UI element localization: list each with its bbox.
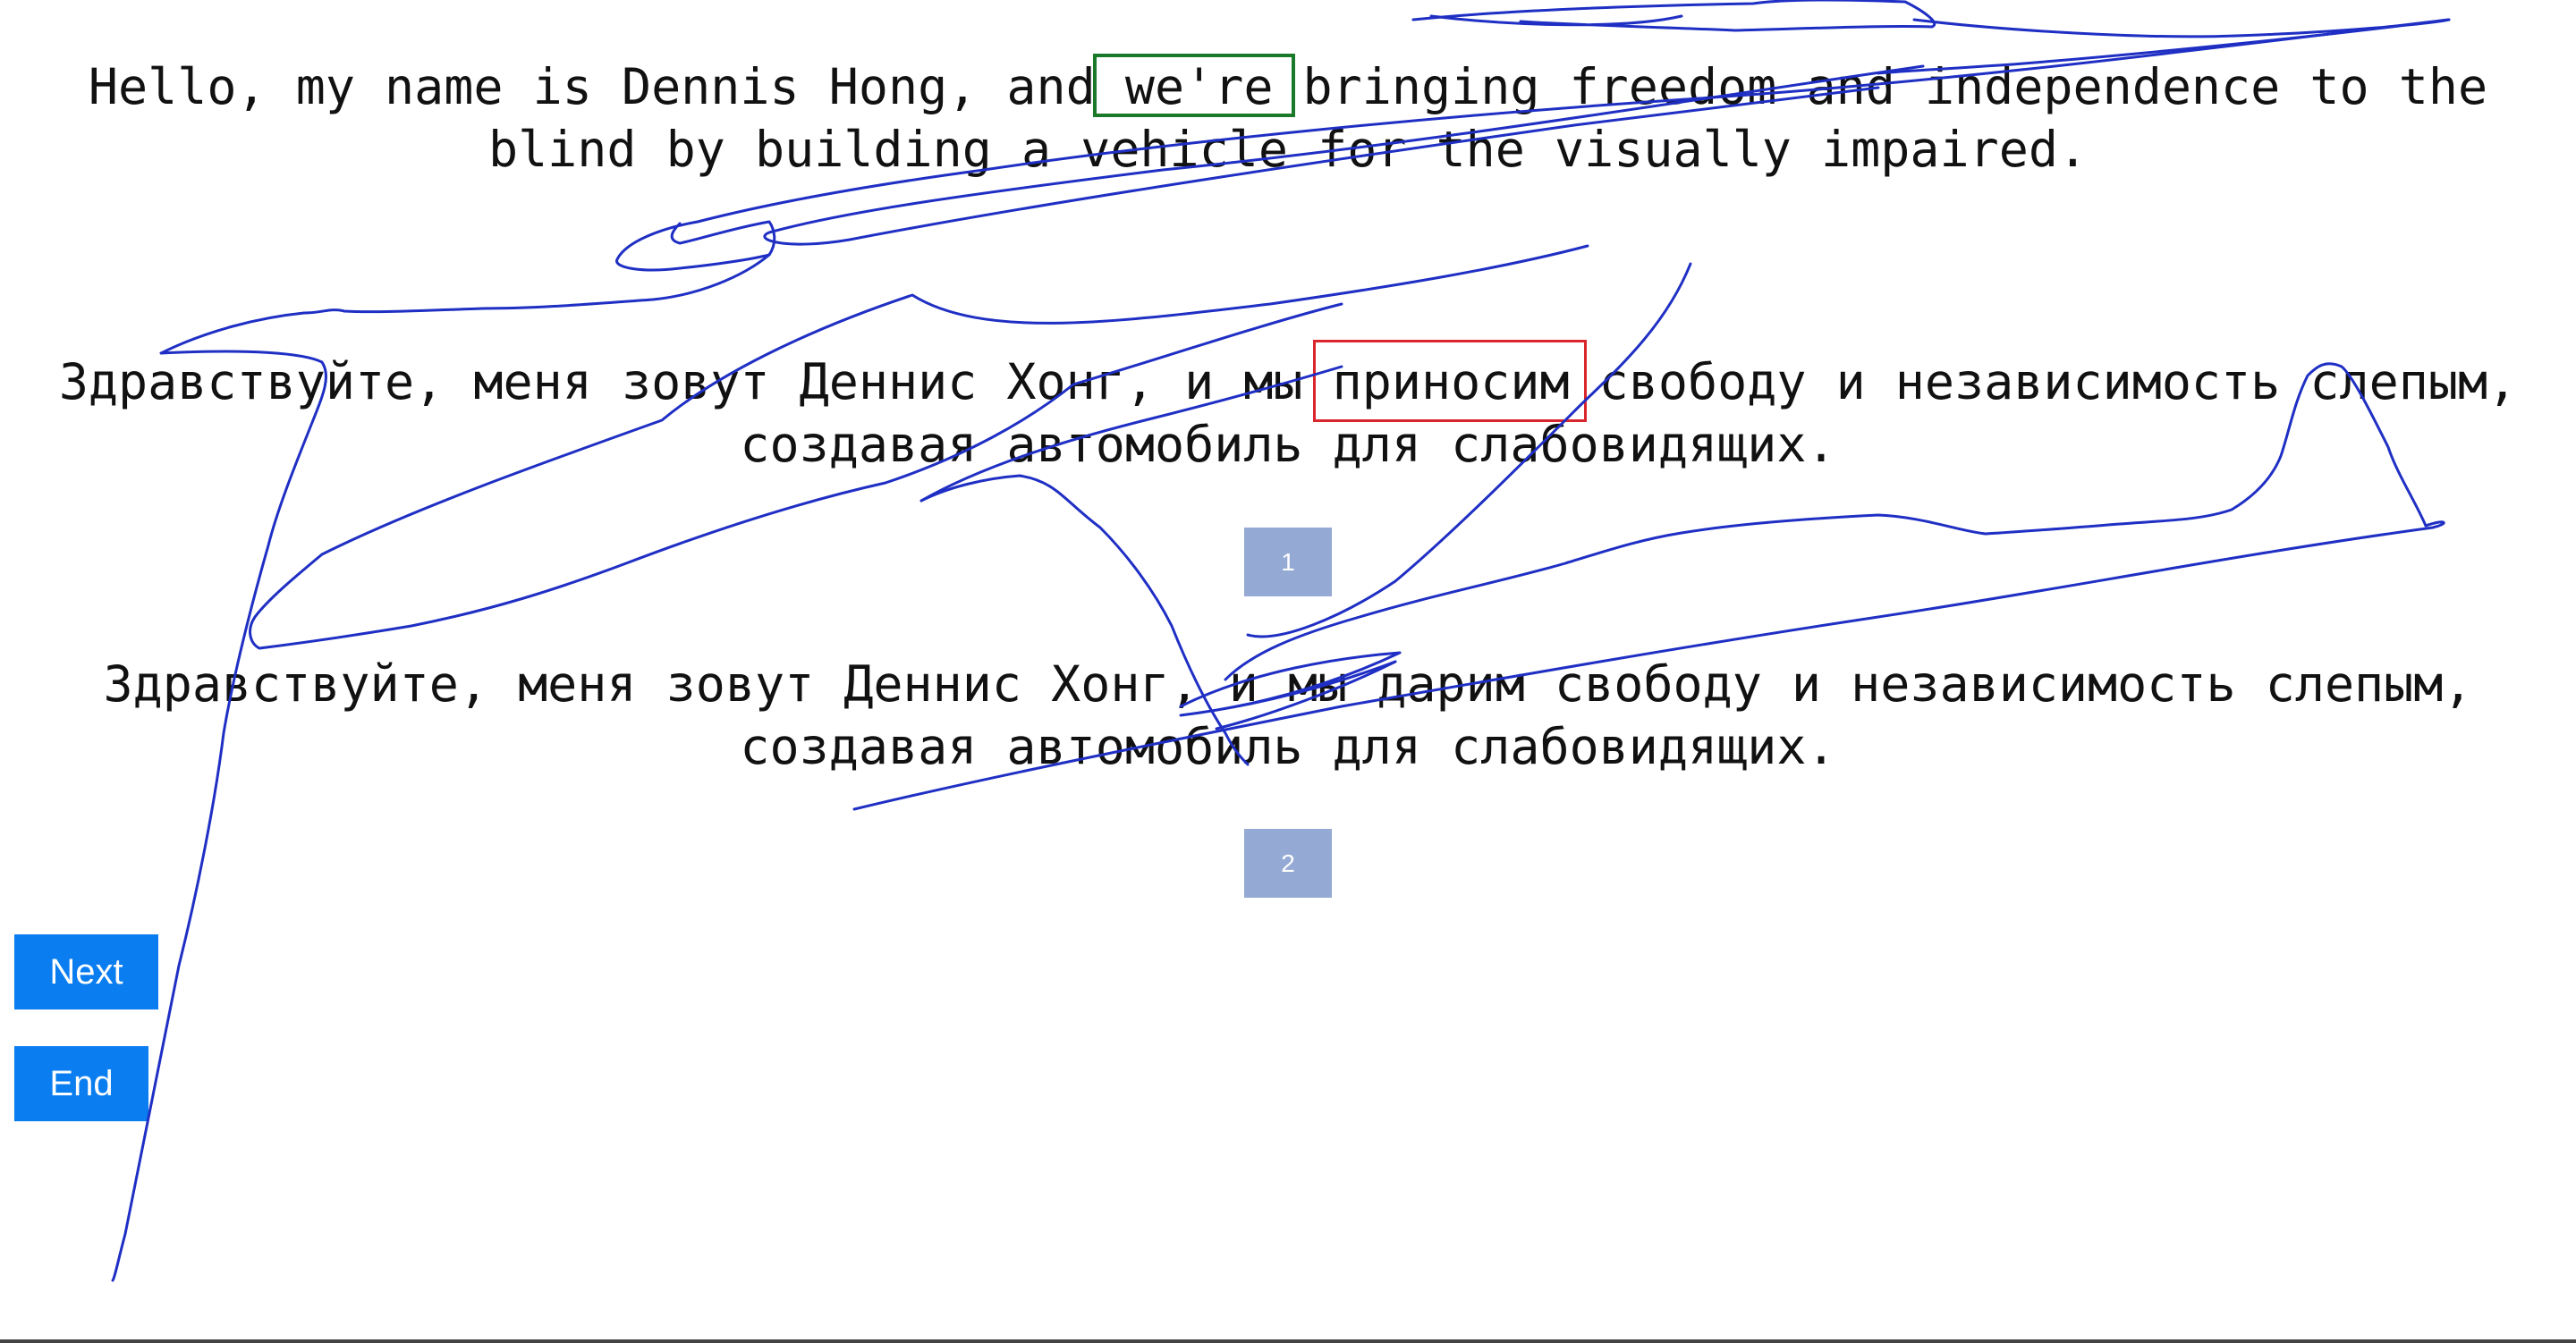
annotation-canvas[interactable]: Hello, my name is Dennis Hong, and we're…	[0, 0, 2576, 1343]
scribble-stroke	[615, 220, 776, 272]
translation-phrase-highlight	[1313, 340, 1587, 422]
end-button[interactable]: End	[14, 1046, 148, 1121]
option-2-badge[interactable]: 2	[1244, 829, 1332, 898]
next-button[interactable]: Next	[14, 934, 158, 1009]
scribble-stroke	[1411, 0, 1936, 32]
option-1-badge[interactable]: 1	[1244, 528, 1332, 596]
source-phrase-highlight	[1093, 54, 1295, 117]
bottom-divider	[0, 1339, 2576, 1343]
translation-option-1[interactable]: Здравствуйте, меня зовут Деннис Хонг, и …	[0, 351, 2576, 476]
translation-option-2[interactable]: Здравствуйте, меня зовут Деннис Хонг, и …	[0, 653, 2576, 778]
